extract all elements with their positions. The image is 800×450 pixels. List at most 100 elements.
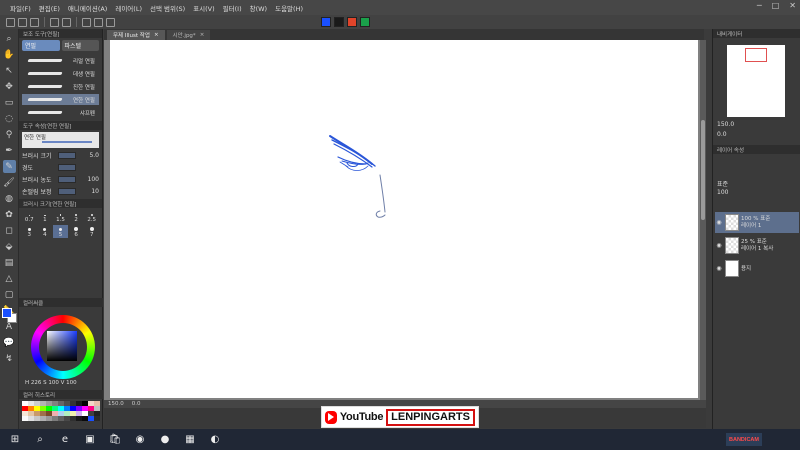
navigator-view-frame[interactable] — [745, 48, 767, 62]
edge-icon[interactable]: e — [58, 433, 72, 447]
menu-item-2[interactable]: 애니메이션(A) — [64, 3, 111, 13]
visibility-eye-icon[interactable]: ◉ — [715, 265, 723, 272]
brush-item[interactable]: 진한 연필 — [22, 81, 99, 92]
navigator-preview[interactable] — [727, 45, 785, 117]
menu-item-6[interactable]: 필터(I) — [219, 3, 246, 13]
property-slider[interactable] — [58, 175, 76, 183]
operation-icon[interactable]: ↖ — [3, 64, 16, 77]
document-tab[interactable]: 시안.jpg* × — [166, 30, 211, 40]
brush-size-option[interactable]: 3 — [22, 225, 37, 238]
eyedropper-icon[interactable]: ⚲ — [3, 128, 16, 141]
open-file-icon[interactable] — [18, 17, 27, 27]
app-icon[interactable]: ▦ — [183, 433, 197, 447]
close-tab-icon[interactable]: × — [154, 32, 159, 38]
snap-icon[interactable] — [94, 17, 103, 27]
start-icon[interactable]: ⊞ — [8, 433, 22, 447]
brush-size-option[interactable]: 2 — [69, 210, 84, 223]
property-value[interactable]: 100 — [79, 176, 99, 183]
clip-studio-icon[interactable]: ◐ — [208, 433, 222, 447]
transform-icon[interactable] — [82, 17, 91, 27]
color-square[interactable] — [47, 331, 77, 361]
document-tab[interactable]: 무제 Illust 작업 × — [107, 30, 165, 40]
correct-line-icon[interactable]: ↯ — [3, 352, 16, 365]
brush-size-option[interactable]: 1.5 — [53, 210, 68, 223]
property-value[interactable]: 5.0 — [79, 152, 99, 159]
record-icon[interactable]: ● — [158, 433, 172, 447]
drawing-canvas[interactable] — [110, 40, 698, 398]
brush-size-option[interactable]: 2.5 — [84, 210, 99, 223]
brush-size-option[interactable]: 5 — [53, 225, 68, 238]
selection-icon[interactable]: ▭ — [3, 96, 16, 109]
brush-size-option[interactable]: 6 — [69, 225, 84, 238]
menu-item-8[interactable]: 도움말(H) — [271, 3, 307, 13]
angle-readout[interactable]: 0.0 — [132, 401, 141, 407]
visibility-eye-icon[interactable]: ◉ — [715, 219, 723, 226]
quick-color-swatch[interactable] — [334, 17, 344, 27]
vertical-scrollbar[interactable] — [700, 40, 706, 400]
chrome-icon[interactable]: ◉ — [133, 433, 147, 447]
fill-icon[interactable]: ⬙ — [3, 240, 16, 253]
opacity-value[interactable]: 100 — [717, 189, 728, 196]
layer-row[interactable]: ◉ 100 % 표준 레이어 1 — [715, 212, 799, 233]
auto-select-icon[interactable]: ◌ — [3, 112, 16, 125]
redo-icon[interactable] — [62, 17, 71, 27]
palette-swatch[interactable] — [94, 416, 100, 421]
menu-item-5[interactable]: 표시(V) — [189, 3, 218, 13]
visibility-eye-icon[interactable]: ◉ — [715, 242, 723, 249]
hand-icon[interactable]: ✋ — [3, 48, 16, 61]
brush-item[interactable]: 샤프펜 — [22, 107, 99, 118]
gradient-icon[interactable]: ▤ — [3, 256, 16, 269]
maximize-button[interactable]: □ — [772, 1, 780, 10]
zoom-readout[interactable]: 150.0 — [108, 401, 124, 407]
brush-item[interactable]: 리얼 연필 — [22, 55, 99, 66]
blend-mode-select[interactable]: 표준 — [717, 179, 728, 188]
navigator-angle[interactable]: 0.0 — [717, 131, 727, 138]
airbrush-icon[interactable]: ◍ — [3, 192, 16, 205]
property-slider[interactable] — [58, 151, 76, 159]
scroll-thumb[interactable] — [701, 120, 705, 220]
frame-icon[interactable]: ▢ — [3, 288, 16, 301]
balloon-icon[interactable]: 💬 — [3, 336, 16, 349]
quick-color-swatch[interactable] — [321, 17, 331, 27]
brush-item[interactable]: 데생 연필 — [22, 68, 99, 79]
pen-icon[interactable]: ✒ — [3, 144, 16, 157]
brush-size-option[interactable]: 4 — [38, 225, 53, 238]
menu-item-7[interactable]: 창(W) — [246, 3, 271, 13]
new-file-icon[interactable] — [6, 17, 15, 27]
close-tab-icon[interactable]: × — [200, 32, 205, 38]
eraser-icon[interactable]: ◻ — [3, 224, 16, 237]
brush-size-option[interactable]: 7 — [84, 225, 99, 238]
brush-item[interactable]: 연한 연필 — [22, 94, 99, 105]
brush-size-option[interactable]: 1 — [38, 210, 53, 223]
quick-color-swatch[interactable] — [347, 17, 357, 27]
ruler-icon[interactable] — [106, 17, 115, 27]
search-icon[interactable]: ⌕ — [33, 433, 47, 447]
navigator-zoom[interactable]: 150.0 — [717, 121, 734, 128]
property-slider[interactable] — [58, 163, 76, 171]
zoom-icon[interactable]: ⌕ — [3, 32, 16, 45]
layer-row[interactable]: ◉ 25 % 표준 레이어 1 복사 — [715, 235, 799, 256]
brush-icon[interactable]: 🖌 — [3, 176, 16, 189]
property-value[interactable]: 10 — [79, 188, 99, 195]
main-color-swatch[interactable] — [2, 308, 12, 318]
undo-icon[interactable] — [50, 17, 59, 27]
close-button[interactable]: ✕ — [789, 1, 796, 10]
figure-icon[interactable]: △ — [3, 272, 16, 285]
minimize-button[interactable]: ─ — [757, 1, 762, 10]
decoration-icon[interactable]: ✿ — [3, 208, 16, 221]
brush-size-option[interactable]: 0.7 — [22, 210, 37, 223]
property-slider[interactable] — [58, 187, 76, 195]
menu-item-1[interactable]: 편집(E) — [35, 3, 64, 13]
layer-row[interactable]: ◉ 용지 — [715, 258, 799, 279]
quick-color-swatch[interactable] — [360, 17, 370, 27]
menu-item-0[interactable]: 파일(F) — [6, 3, 35, 13]
menu-item-3[interactable]: 레이어(L) — [111, 3, 146, 13]
tab-pastel[interactable]: 파스텔 — [61, 40, 99, 51]
tab-pencil[interactable]: 연필 — [22, 40, 60, 51]
explorer-icon[interactable]: ▣ — [83, 433, 97, 447]
pencil-icon[interactable]: ✎ — [2, 160, 16, 173]
move-icon[interactable]: ✥ — [3, 80, 16, 93]
menu-item-4[interactable]: 선택 범위(S) — [146, 3, 189, 13]
save-icon[interactable] — [30, 17, 39, 27]
store-icon[interactable]: 🛍 — [108, 433, 122, 447]
